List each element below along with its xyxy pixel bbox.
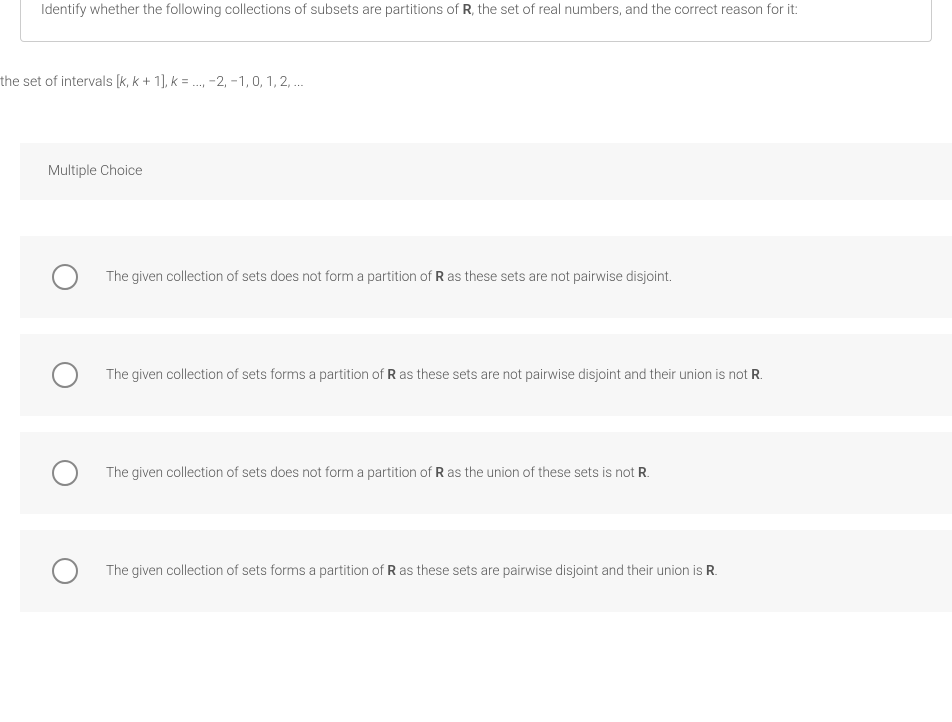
subq-italic3: k	[171, 74, 178, 90]
option-wrapper: The given collection of sets does not fo…	[20, 228, 952, 326]
radio-circle-icon	[52, 558, 78, 584]
options-area: The given collection of sets does not fo…	[20, 228, 952, 620]
option-3[interactable]: The given collection of sets does not fo…	[20, 432, 952, 514]
subq-prefix: the set of intervals [	[0, 74, 120, 90]
option-wrapper: The given collection of sets forms a par…	[20, 326, 952, 424]
question-suffix: , the set of real numbers, and the corre…	[471, 2, 797, 18]
multiple-choice-container: Multiple Choice The given collection of …	[20, 143, 952, 620]
opt4-bold2: R	[706, 563, 715, 579]
opt3-bold2: R	[638, 465, 647, 481]
option-2[interactable]: The given collection of sets forms a par…	[20, 334, 952, 416]
opt3-bold: R	[435, 465, 444, 481]
subq-suffix: = ..., −2, −1, 0, 1, 2, ...	[178, 74, 304, 90]
option-wrapper: The given collection of sets does not fo…	[20, 424, 952, 522]
radio-circle-icon	[52, 362, 78, 388]
opt2-pre: The given collection of sets forms a par…	[106, 367, 387, 383]
subq-mid2: + 1],	[139, 74, 171, 90]
opt1-pre: The given collection of sets does not fo…	[106, 269, 435, 285]
radio-circle-icon	[52, 460, 78, 486]
opt3-post: as the union of these sets is not	[444, 465, 638, 481]
opt4-pre: The given collection of sets forms a par…	[106, 563, 387, 579]
subquestion-text: the set of intervals [k, k + 1], k = ...…	[0, 72, 952, 93]
mc-label: Multiple Choice	[48, 163, 142, 179]
opt3-pre: The given collection of sets does not fo…	[106, 465, 435, 481]
opt4-post2: .	[715, 563, 718, 579]
option-1[interactable]: The given collection of sets does not fo…	[20, 236, 952, 318]
question-text: Identify whether the following collectio…	[41, 0, 911, 21]
opt2-post2: .	[760, 367, 763, 383]
option-1-text: The given collection of sets does not fo…	[106, 267, 672, 287]
option-4[interactable]: The given collection of sets forms a par…	[20, 530, 952, 612]
opt3-post2: .	[647, 465, 650, 481]
radio-circle-icon	[52, 264, 78, 290]
opt1-post: as these sets are not pairwise disjoint.	[444, 269, 672, 285]
option-2-text: The given collection of sets forms a par…	[106, 365, 763, 385]
question-prefix: Identify whether the following collectio…	[41, 2, 463, 18]
opt4-bold: R	[387, 563, 396, 579]
opt2-post: as these sets are not pairwise disjoint …	[396, 367, 751, 383]
mc-header: Multiple Choice	[20, 143, 952, 200]
option-4-text: The given collection of sets forms a par…	[106, 561, 718, 581]
opt1-bold: R	[435, 269, 444, 285]
opt2-bold2: R	[751, 367, 760, 383]
opt2-bold: R	[387, 367, 396, 383]
question-box: Identify whether the following collectio…	[20, 0, 932, 42]
opt4-post: as these sets are pairwise disjoint and …	[396, 563, 706, 579]
option-wrapper: The given collection of sets forms a par…	[20, 522, 952, 620]
option-3-text: The given collection of sets does not fo…	[106, 463, 650, 483]
